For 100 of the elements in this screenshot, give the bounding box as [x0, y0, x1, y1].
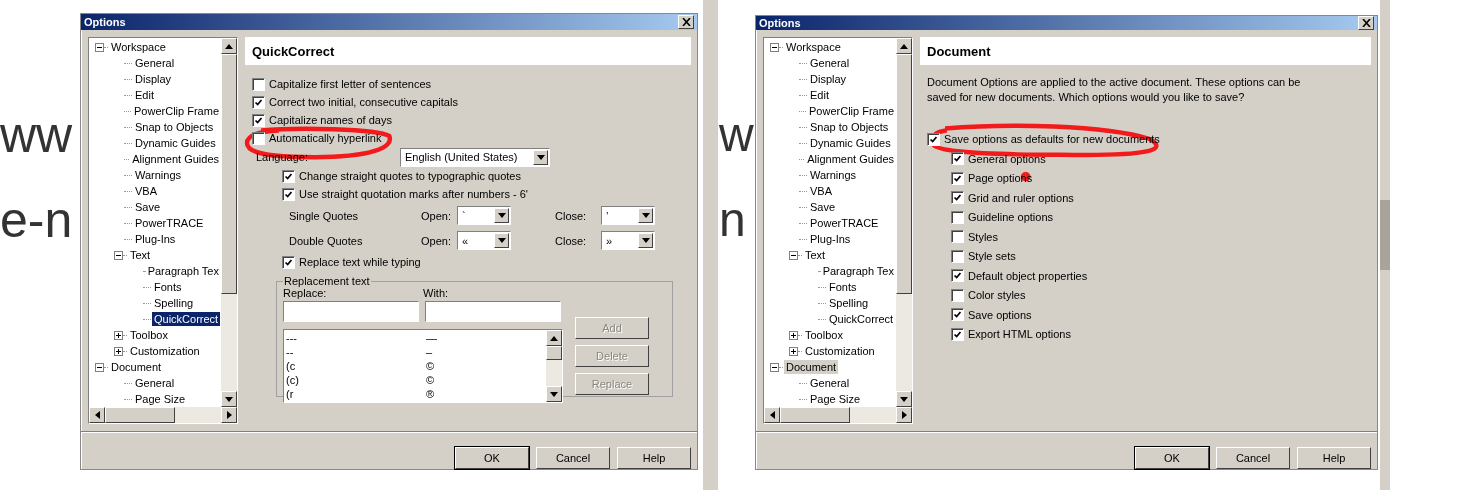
tree-item[interactable]: Document	[109, 360, 164, 374]
tree-item[interactable]: PowerClip Frame	[132, 104, 221, 118]
scrollbar[interactable]	[896, 38, 912, 407]
close-button[interactable]	[678, 15, 694, 29]
dialog-button[interactable]: Help	[1297, 447, 1371, 469]
scroll-left-icon[interactable]	[764, 407, 780, 423]
dialog-button[interactable]: Help	[617, 447, 691, 469]
expand-icon[interactable]	[114, 330, 123, 340]
tree-item[interactable]: Text	[803, 248, 828, 262]
dropdown[interactable]: «	[457, 231, 511, 250]
checkbox[interactable]	[252, 113, 265, 127]
checkbox[interactable]	[252, 77, 265, 91]
checkbox[interactable]	[927, 132, 940, 146]
scroll-up-icon[interactable]	[221, 38, 237, 54]
tree-item[interactable]: Alignment Guides	[130, 152, 221, 166]
scroll-up-icon[interactable]	[896, 38, 912, 54]
checkbox[interactable]	[951, 230, 964, 244]
checkbox[interactable]	[951, 210, 964, 224]
checkbox[interactable]	[282, 255, 295, 269]
scrollbar[interactable]	[221, 38, 237, 407]
checkbox[interactable]	[951, 308, 964, 322]
tree-item[interactable]: Alignment Guides	[805, 152, 896, 166]
tree-item[interactable]: Display	[808, 72, 849, 86]
collapse-icon[interactable]	[95, 42, 104, 52]
tree-item[interactable]: Document	[784, 360, 839, 374]
scrollbar-thumb[interactable]	[221, 54, 237, 294]
dialog-button[interactable]: Cancel	[536, 447, 610, 469]
tree-item[interactable]: Text	[128, 248, 153, 262]
tree-item[interactable]: Spelling	[827, 296, 871, 310]
scroll-up-icon[interactable]	[546, 330, 562, 346]
checkbox[interactable]	[282, 169, 295, 183]
tree-item[interactable]: PowerClip Frame	[807, 104, 896, 118]
scroll-down-icon[interactable]	[221, 391, 237, 407]
collapse-icon[interactable]	[789, 250, 798, 260]
tree-item[interactable]: Warnings	[808, 168, 859, 182]
tree-item[interactable]: General	[133, 56, 177, 70]
dialog-button[interactable]: Cancel	[1216, 447, 1290, 469]
tree-item[interactable]: General	[808, 376, 852, 390]
tree-item[interactable]: General	[133, 376, 177, 390]
tree-item[interactable]: General	[808, 56, 852, 70]
expand-icon[interactable]	[789, 330, 798, 340]
tree-item[interactable]: Edit	[808, 88, 831, 102]
tree-item[interactable]: Save	[808, 200, 838, 214]
with-field[interactable]	[425, 301, 561, 322]
checkbox[interactable]	[951, 152, 964, 166]
dropdown[interactable]: ’	[601, 206, 655, 225]
checkbox[interactable]	[951, 191, 964, 205]
scrollbar-thumb[interactable]	[105, 407, 175, 423]
tree-item[interactable]: Dynamic Guides	[808, 136, 893, 150]
checkbox[interactable]	[951, 171, 964, 185]
expand-icon[interactable]	[114, 346, 123, 356]
tree-item[interactable]: Paragraph Tex	[820, 264, 896, 278]
collapse-icon[interactable]	[114, 250, 123, 260]
tree-item[interactable]: Paragraph Tex	[145, 264, 221, 278]
tree-item[interactable]: Toolbox	[128, 328, 170, 342]
tree-item[interactable]: Page Size	[133, 392, 188, 406]
tree-item[interactable]: QuickCorrect	[152, 312, 221, 326]
checkbox[interactable]	[951, 288, 964, 302]
tree-item[interactable]: Save	[133, 200, 163, 214]
tree-item[interactable]: Customization	[803, 344, 877, 358]
tree-item[interactable]: VBA	[133, 184, 159, 198]
scrollbar-thumb[interactable]	[896, 54, 912, 294]
checkbox[interactable]	[252, 131, 265, 145]
dropdown[interactable]: `	[457, 206, 511, 225]
expand-icon[interactable]	[789, 346, 798, 356]
checkbox[interactable]	[282, 187, 295, 201]
replacement-list[interactable]: --- — -- – (c © (c) © (r ®	[283, 329, 563, 403]
checkbox[interactable]	[252, 95, 265, 109]
scroll-down-icon[interactable]	[546, 386, 562, 402]
checkbox[interactable]	[951, 249, 964, 263]
replace-field[interactable]	[283, 301, 419, 322]
checkbox[interactable]	[951, 269, 964, 283]
tree-item[interactable]: Fonts	[152, 280, 184, 294]
scrollbar[interactable]	[89, 407, 237, 423]
close-button[interactable]	[1358, 16, 1374, 30]
tree-item[interactable]: Snap to Objects	[133, 120, 216, 134]
tree-item[interactable]: PowerTRACE	[133, 216, 206, 230]
tree-item[interactable]: Workspace	[109, 40, 168, 54]
tree-item[interactable]: Warnings	[133, 168, 184, 182]
scroll-right-icon[interactable]	[896, 407, 912, 423]
dialog-button[interactable]: OK	[455, 447, 529, 469]
scrollbar-thumb[interactable]	[546, 346, 562, 360]
scrollbar[interactable]	[703, 0, 718, 490]
tree-item[interactable]: Spelling	[152, 296, 196, 310]
scrollbar[interactable]	[764, 407, 912, 423]
scroll-left-icon[interactable]	[89, 407, 105, 423]
scroll-right-icon[interactable]	[221, 407, 237, 423]
collapse-icon[interactable]	[95, 362, 104, 372]
tree-item[interactable]: Workspace	[784, 40, 843, 54]
dialog-button[interactable]: OK	[1135, 447, 1209, 469]
tree-item[interactable]: QuickCorrect	[827, 312, 896, 326]
tree-item[interactable]: VBA	[808, 184, 834, 198]
tree-item[interactable]: Display	[133, 72, 174, 86]
tree-item[interactable]: Toolbox	[803, 328, 845, 342]
tree-item[interactable]: Customization	[128, 344, 202, 358]
tree-item[interactable]: Plug-Ins	[808, 232, 853, 246]
tree-item[interactable]: Edit	[133, 88, 156, 102]
dropdown[interactable]: English (United States)	[400, 147, 550, 167]
tree-item[interactable]: Page Size	[808, 392, 863, 406]
dropdown[interactable]: »	[601, 231, 655, 250]
